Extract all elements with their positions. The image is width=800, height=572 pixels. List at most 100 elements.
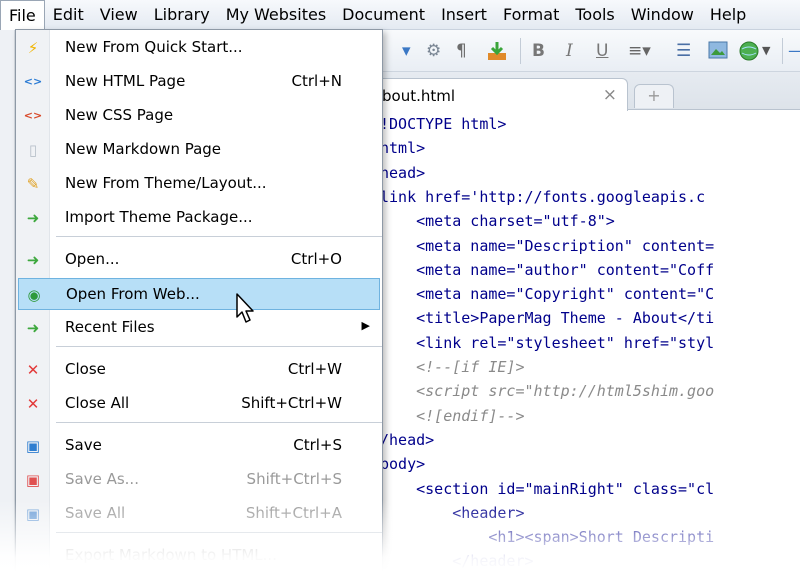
import-theme-icon: ➜ — [26, 209, 40, 227]
menu-item-open-from-web[interactable]: ◉ Open From Web... — [18, 278, 380, 310]
code-line: body> — [380, 455, 426, 474]
menu-item-label: New HTML Page — [65, 72, 186, 90]
code-line: <title>PaperMag Theme - About</ti — [380, 309, 715, 328]
code-line: !DOCTYPE html> — [380, 115, 507, 133]
code-line: html> — [380, 139, 426, 158]
left-panel-edge — [0, 30, 15, 572]
menu-document[interactable]: Document — [334, 0, 433, 30]
recent-files-icon: ➜ — [26, 319, 40, 337]
markdown-page-icon: ▯ — [28, 141, 38, 159]
menu-item-save[interactable]: ▣ Save Ctrl+S — [18, 430, 380, 462]
code-line: <link rel="stylesheet" href="styl — [380, 333, 715, 352]
menu-item-label: Open From Web... — [66, 285, 200, 303]
paragraph-icon[interactable]: ¶ — [456, 40, 467, 62]
list-icon[interactable]: ☰ — [676, 40, 691, 62]
menu-item-label: Close — [65, 360, 106, 378]
menu-item-label: Recent Files — [65, 318, 155, 336]
menu-item-new-markdown-page[interactable]: ▯ New Markdown Page — [18, 134, 380, 166]
code-line: </header> — [380, 552, 534, 571]
menu-item-label: Save As... — [65, 470, 139, 488]
close-icon: ✕ — [26, 361, 40, 379]
menu-item-new-css-page[interactable]: <> New CSS Page — [18, 100, 380, 132]
italic-icon[interactable]: I — [566, 40, 573, 62]
close-all-icon: ✕ — [26, 395, 40, 413]
menu-item-shortcut: Shift+Ctrl+A — [245, 504, 342, 522]
quick-start-icon: ⚡ — [27, 39, 39, 57]
underline-icon[interactable]: U — [596, 40, 608, 62]
menu-item-shortcut: Ctrl+W — [287, 360, 342, 378]
menu-item-shortcut: Ctrl+N — [291, 72, 342, 90]
menu-item-shortcut: Ctrl+O — [290, 250, 342, 268]
menu-item-close-all[interactable]: ✕ Close All Shift+Ctrl+W — [18, 388, 380, 420]
menu-separator — [56, 346, 382, 347]
document-tab[interactable]: bout.html × — [380, 78, 628, 111]
menu-item-new-html-page[interactable]: <> New HTML Page Ctrl+N — [18, 66, 380, 98]
menu-item-label: Close All — [65, 394, 130, 412]
theme-layout-icon: ✎ — [26, 175, 40, 193]
css-page-icon: <> — [23, 109, 43, 122]
globe-icon: ◉ — [27, 286, 41, 304]
code-line: <meta name="Description" content= — [380, 236, 715, 255]
new-tab-button[interactable]: + — [634, 84, 674, 108]
code-line: <section id="mainRight" class="cl — [380, 479, 715, 498]
code-line: link href='http://fonts.googleapis.c — [380, 187, 706, 206]
menu-help[interactable]: Help — [702, 0, 754, 30]
menu-library[interactable]: Library — [146, 0, 218, 30]
menu-separator — [56, 236, 382, 237]
menu-separator — [56, 422, 382, 423]
code-line: <header> — [380, 503, 525, 522]
preview-icon[interactable]: ⚙ — [426, 40, 441, 62]
menu-separator — [56, 532, 382, 533]
formatting-toolbar: ▾ ⚙ ¶ B I U ≡▾ ☰ ▼ — — [380, 30, 800, 72]
menu-item-new-from-quick-start[interactable]: ⚡ New From Quick Start... — [18, 32, 380, 64]
menu-bar: File Edit View Library My Websites Document In… — [0, 0, 800, 30]
menu-item-close[interactable]: ✕ Close Ctrl+W — [18, 354, 380, 386]
code-line: <h1><span>Short Descripti — [380, 528, 715, 547]
image-dropdown-icon[interactable]: ▾ — [402, 40, 411, 62]
menu-item-label: New CSS Page — [65, 106, 174, 124]
web-dropdown-arrow-icon[interactable]: ▼ — [762, 40, 770, 62]
save-all-icon: ▣ — [25, 505, 41, 523]
document-tab-strip: bout.html × + — [380, 72, 800, 111]
code-editor[interactable]: !DOCTYPE html> html> head> link href='http:… — [380, 111, 800, 572]
code-line: head> — [380, 163, 426, 182]
menu-item-save-all[interactable]: ▣ Save All Shift+Ctrl+A — [18, 498, 380, 530]
menu-format[interactable]: Format — [495, 0, 567, 30]
bold-icon[interactable]: B — [532, 40, 545, 62]
menu-item-shortcut: Shift+Ctrl+S — [246, 470, 342, 488]
image-icon[interactable] — [708, 40, 728, 62]
menu-edit[interactable]: Edit — [45, 0, 92, 30]
menu-window[interactable]: Window — [623, 0, 702, 30]
menu-item-label: Save All — [65, 504, 126, 522]
code-line: <script src="http://html5shim.goo — [380, 382, 715, 401]
save-icon: ▣ — [25, 437, 41, 455]
export-icon — [22, 545, 44, 567]
menu-item-label: Import Theme Package... — [65, 208, 253, 226]
code-line: <meta name="Copyright" content="C — [380, 285, 715, 304]
publish-icon[interactable] — [486, 40, 508, 62]
menu-item-shortcut: Shift+Ctrl+W — [241, 394, 342, 412]
web-icon[interactable] — [738, 40, 760, 62]
menu-item-label: Save — [65, 436, 102, 454]
align-icon[interactable]: ≡▾ — [628, 40, 651, 62]
menu-tools[interactable]: Tools — [567, 0, 622, 30]
code-line: <meta charset="utf-8"> — [380, 212, 615, 231]
menu-item-export-markdown-to-html[interactable]: Export Markdown to HTML... — [18, 540, 380, 572]
menu-item-new-from-theme-layout[interactable]: ✎ New From Theme/Layout... — [18, 168, 380, 200]
menu-item-recent-files[interactable]: ➜ Recent Files ▶ — [18, 312, 380, 344]
menu-item-import-theme-package[interactable]: ➜ Import Theme Package... — [18, 202, 380, 234]
menu-insert[interactable]: Insert — [433, 0, 495, 30]
menu-item-label: New From Quick Start... — [65, 38, 243, 56]
submenu-arrow-icon: ▶ — [361, 319, 370, 332]
menu-item-open[interactable]: ➜ Open... Ctrl+O — [18, 244, 380, 276]
menu-item-label: Open... — [65, 250, 120, 268]
menu-view[interactable]: View — [92, 0, 146, 30]
more-icon[interactable]: — — [788, 40, 800, 62]
tab-close-icon[interactable]: × — [603, 85, 617, 105]
menu-my-websites[interactable]: My Websites — [218, 0, 334, 30]
menu-item-save-as[interactable]: ▣ Save As... Shift+Ctrl+S — [18, 464, 380, 496]
menu-file[interactable]: File — [0, 0, 45, 30]
save-as-icon: ▣ — [25, 471, 41, 489]
mouse-cursor-icon — [236, 293, 254, 323]
open-folder-icon: ➜ — [26, 251, 40, 269]
